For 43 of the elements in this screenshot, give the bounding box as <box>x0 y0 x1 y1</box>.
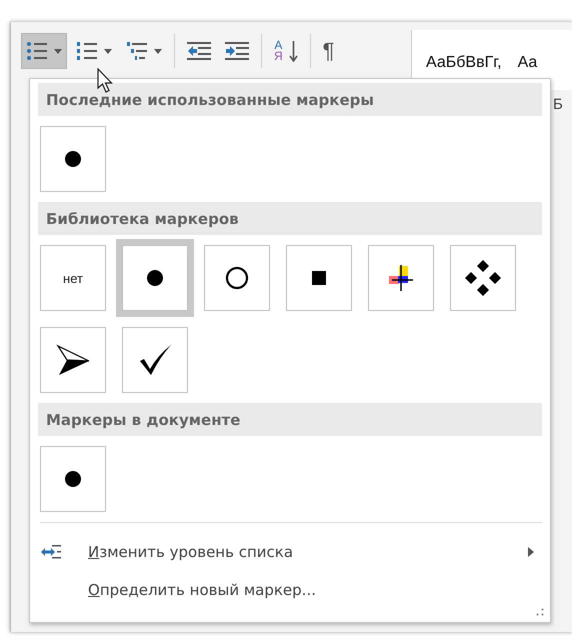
square-icon <box>312 271 326 285</box>
bullet-tile[interactable]: нет <box>40 245 106 311</box>
bullet-tile[interactable] <box>368 245 434 311</box>
bullet-tile[interactable] <box>122 327 188 393</box>
section-header: Библиотека маркеров <box>38 202 542 235</box>
section-header: Маркеры в документе <box>38 403 542 436</box>
sort-button[interactable]: А Я <box>269 33 303 69</box>
color-cross-icon <box>387 264 415 292</box>
caret-icon <box>54 48 62 54</box>
bullets-button[interactable] <box>21 33 67 69</box>
down-arrow-icon <box>288 40 298 62</box>
bullet-list-icon <box>26 40 48 62</box>
menu-item-label: Определить новый маркер... <box>88 581 316 599</box>
pilcrow-button[interactable]: ¶ <box>318 33 340 69</box>
sort-letter: Я <box>274 51 283 62</box>
resize-grip-icon <box>536 608 544 616</box>
multilevel-list-icon <box>126 40 148 62</box>
circle-icon <box>225 266 249 290</box>
bullet-tile[interactable] <box>204 245 270 311</box>
list-level-icon <box>40 545 62 559</box>
bullet-tile[interactable] <box>40 327 106 393</box>
diamonds-icon <box>465 260 501 296</box>
arrowhead-icon <box>56 343 90 377</box>
section-header: Последние использованные маркеры <box>38 83 542 116</box>
dot-icon <box>64 470 82 488</box>
bullet-tile[interactable] <box>286 245 352 311</box>
menu-item[interactable]: Изменить уровень списка <box>38 533 542 571</box>
checkmark-icon <box>138 343 172 377</box>
caret-icon <box>104 48 112 54</box>
submenu-arrow-icon <box>528 547 534 557</box>
menu-item[interactable]: Определить новый маркер... <box>38 571 542 609</box>
dot-icon <box>146 269 164 287</box>
caret-icon <box>154 48 162 54</box>
increase-indent-icon <box>225 40 249 62</box>
numbered-list-icon <box>76 40 98 62</box>
bullet-tile[interactable] <box>450 245 516 311</box>
bullet-tile[interactable] <box>40 446 106 512</box>
dot-icon <box>64 150 82 168</box>
menu-item-label: Изменить уровень списка <box>88 543 294 561</box>
style-sample: Б <box>553 96 563 113</box>
sort-letter: А <box>274 40 283 51</box>
bullet-tile[interactable] <box>40 126 106 192</box>
decrease-indent-icon <box>187 40 211 62</box>
